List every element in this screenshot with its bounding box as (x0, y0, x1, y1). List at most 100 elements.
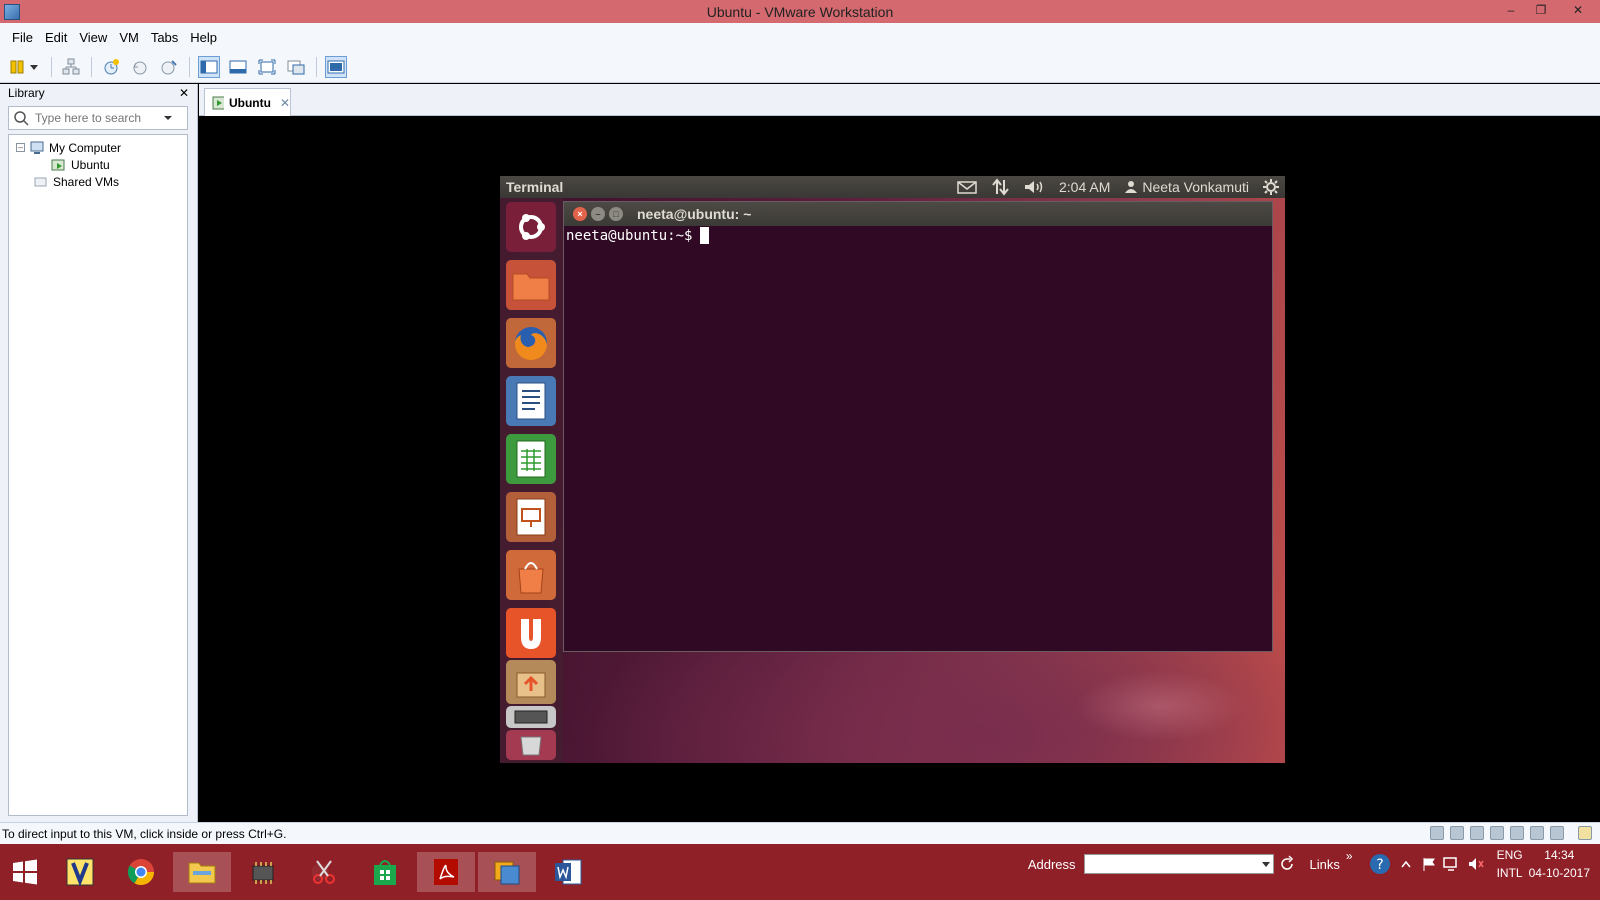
send-ctrl-alt-del-button[interactable] (60, 56, 82, 78)
restore-button[interactable]: ❐ (1526, 0, 1556, 23)
terminal-title: neeta@ubuntu: ~ (637, 206, 752, 222)
taskbar-app-file-explorer[interactable] (173, 852, 231, 892)
printer-icon[interactable] (1510, 826, 1524, 840)
launcher-firefox[interactable] (506, 318, 556, 368)
collapse-toggle-icon[interactable]: – (16, 143, 25, 152)
sound-card-icon[interactable] (1530, 826, 1544, 840)
chevron-down-icon[interactable] (1259, 858, 1273, 870)
show-hidden-icons-icon[interactable] (1399, 857, 1413, 871)
trash-icon (520, 736, 542, 756)
show-library-button[interactable] (198, 55, 220, 78)
snapshot-button[interactable] (100, 56, 122, 78)
terminal-body[interactable]: neeta@ubuntu:~$ (564, 226, 1272, 244)
console-view-button[interactable] (325, 55, 347, 78)
status-message: To direct input to this VM, click inside… (2, 826, 287, 841)
spreadsheet-icon (516, 440, 546, 478)
panel-app-title: Terminal (506, 179, 564, 195)
chevron-down-icon[interactable] (155, 108, 179, 128)
acrobat-icon (434, 859, 458, 885)
launcher-update-manager[interactable] (506, 660, 556, 704)
start-button[interactable] (2, 852, 48, 892)
display-icon[interactable] (1550, 826, 1564, 840)
update-icon (516, 672, 546, 698)
links-toolbar-label[interactable]: Links (1310, 857, 1340, 872)
refresh-icon[interactable] (1278, 855, 1296, 873)
taskbar-app-snipping-tool[interactable] (295, 852, 353, 892)
terminal-window[interactable]: × – □ neeta@ubuntu: ~ neeta@ubuntu:~$ (563, 201, 1273, 652)
taskbar-app-acrobat[interactable] (417, 852, 475, 892)
panel-clock[interactable]: 2:04 AM (1059, 179, 1110, 195)
tree-item-my-computer[interactable]: – My Computer (9, 139, 187, 156)
hard-disk-icon[interactable] (1430, 826, 1444, 840)
panel-user-menu[interactable]: Neeta Vonkamuti (1124, 179, 1249, 195)
menu-vm[interactable]: VM (113, 30, 145, 45)
launcher-files[interactable] (506, 260, 556, 310)
terminal-prompt: neeta@ubuntu:~$ (566, 227, 693, 244)
library-close-icon[interactable]: ✕ (179, 86, 189, 100)
tab-ubuntu[interactable]: Ubuntu ✕ (204, 88, 291, 117)
taskbar-clock[interactable]: 14:34 04-10-2017 (1529, 846, 1590, 882)
help-icon[interactable]: ? (1369, 853, 1391, 875)
menu-tabs[interactable]: Tabs (145, 30, 184, 45)
launcher-dash[interactable] (506, 202, 556, 252)
tab-label: Ubuntu (228, 96, 271, 110)
launcher-ubuntu-one[interactable] (506, 608, 556, 658)
taskbar-app-chip[interactable] (234, 852, 292, 892)
menu-file[interactable]: File (6, 30, 39, 45)
taskbar-app-vmware[interactable] (478, 852, 536, 892)
ubuntu-launcher (500, 198, 563, 763)
speaker-icon[interactable] (1467, 856, 1485, 872)
menu-edit[interactable]: Edit (39, 30, 73, 45)
network-status-icon[interactable] (1442, 856, 1461, 872)
library-search-input[interactable] (35, 111, 155, 125)
launcher-writer[interactable] (506, 376, 556, 426)
revert-snapshot-button[interactable] (129, 56, 151, 78)
full-screen-button[interactable] (256, 56, 278, 78)
ubuntu-desktop[interactable]: Terminal 2:04 AM Neeta Vonkamuti × – □ n… (500, 176, 1285, 763)
menu-help[interactable]: Help (184, 30, 223, 45)
taskbar-app-word[interactable] (539, 852, 597, 892)
vm-console[interactable]: Terminal 2:04 AM Neeta Vonkamuti × – □ n… (199, 116, 1600, 822)
window-controls: – ❐ ✕ (1496, 0, 1600, 23)
gear-icon[interactable] (1263, 179, 1279, 195)
address-input[interactable] (1083, 854, 1274, 874)
taskbar-app-vlc[interactable] (51, 852, 109, 892)
tree-item-ubuntu[interactable]: Ubuntu (9, 156, 187, 173)
network-arrows-icon[interactable] (991, 178, 1009, 196)
message-log-icon[interactable] (1578, 826, 1592, 840)
cd-dvd-icon[interactable] (1450, 826, 1464, 840)
terminal-minimize-button[interactable]: – (591, 207, 605, 221)
toolbar-separator (189, 56, 190, 77)
close-button[interactable]: ✕ (1556, 0, 1600, 23)
action-center-flag-icon[interactable] (1421, 856, 1437, 872)
snapshot-manager-button[interactable] (158, 56, 180, 78)
taskbar-app-store[interactable] (356, 852, 414, 892)
network-adapter-icon[interactable] (1490, 826, 1504, 840)
terminal-close-button[interactable]: × (573, 207, 587, 221)
launcher-impress[interactable] (506, 492, 556, 542)
launcher-workspace-switcher[interactable] (506, 706, 556, 728)
tree-item-shared-vms[interactable]: Shared VMs (9, 173, 187, 190)
console-view-icon (327, 60, 345, 73)
floppy-icon[interactable] (1470, 826, 1484, 840)
menu-view[interactable]: View (73, 30, 113, 45)
input-language-indicator[interactable]: ENG INTL (1497, 846, 1523, 882)
mail-icon[interactable] (957, 180, 977, 194)
minimize-button[interactable]: – (1496, 0, 1526, 23)
show-thumbnail-bar-button[interactable] (227, 56, 249, 78)
power-pause-dropdown-button[interactable] (8, 56, 42, 78)
toolbar-overflow-icon[interactable]: » (1346, 849, 1353, 863)
network-icon (62, 58, 80, 74)
tab-close-icon[interactable]: ✕ (280, 96, 290, 110)
taskbar-app-chrome[interactable] (112, 852, 170, 892)
vmware-app-icon[interactable] (4, 3, 20, 20)
address-toolbar-label: Address (1027, 856, 1076, 872)
launcher-software-center[interactable] (506, 550, 556, 600)
launcher-trash[interactable] (506, 730, 556, 760)
terminal-maximize-button[interactable]: □ (609, 207, 623, 221)
user-icon (1125, 181, 1138, 193)
unity-mode-button[interactable] (285, 56, 307, 78)
device-status-icons (1424, 826, 1592, 840)
volume-icon[interactable] (1023, 179, 1045, 195)
launcher-calc[interactable] (506, 434, 556, 484)
